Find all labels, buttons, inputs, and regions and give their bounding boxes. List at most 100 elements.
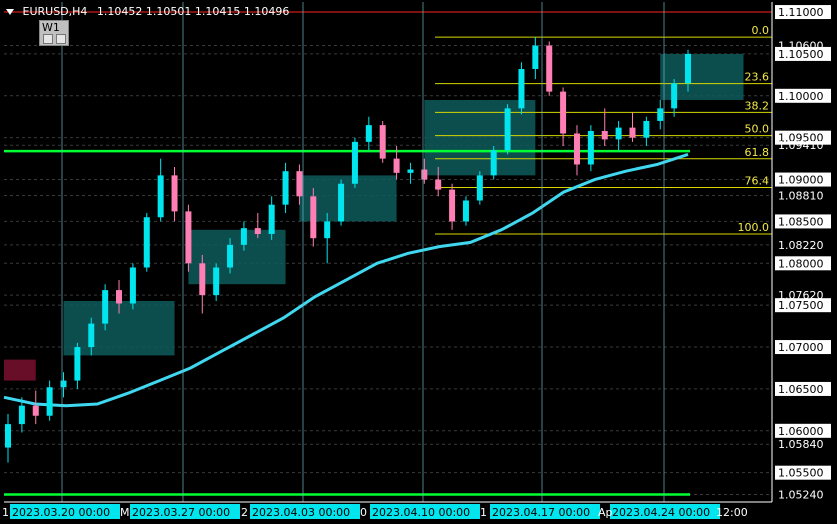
fib-level-label: 38.2 xyxy=(745,99,770,112)
candle xyxy=(615,120,622,151)
candle-body xyxy=(379,125,386,159)
symbol-timeframe: EURUSD,H4 xyxy=(22,5,88,18)
candle-body xyxy=(324,221,331,239)
candle xyxy=(587,125,594,172)
price-label: 1.05240 xyxy=(778,488,824,501)
candle-body xyxy=(282,171,289,205)
time-label-partial: Ap xyxy=(598,506,613,519)
candle-body xyxy=(615,127,622,140)
price-label: 1.08810 xyxy=(778,189,824,202)
arrow-left-icon[interactable] xyxy=(43,34,53,44)
candle xyxy=(462,196,469,226)
time-label: 2023.04.10 00:00 xyxy=(372,506,470,519)
price-label: 1.10500 xyxy=(778,48,824,61)
time-label: 2023.04.03 00:00 xyxy=(252,506,350,519)
candle-body xyxy=(310,196,317,239)
candle xyxy=(490,146,497,180)
candle xyxy=(449,183,456,230)
timeframe-widget[interactable]: W1 xyxy=(39,20,69,46)
candle xyxy=(310,187,317,247)
candle-body xyxy=(240,228,247,245)
timeframe-button-label: W1 xyxy=(42,21,60,34)
candle-body xyxy=(268,204,275,234)
fib-level-label: 50.0 xyxy=(745,123,770,136)
candle xyxy=(379,120,386,163)
candle-body xyxy=(518,69,525,109)
candle-body xyxy=(435,179,442,190)
chart-header: EURUSD,H4 1.10452 1.10501 1.10415 1.1049… xyxy=(6,5,289,18)
time-label-partial: 1 xyxy=(2,506,9,519)
candle-body xyxy=(546,45,553,92)
candle xyxy=(282,162,289,214)
candle-body xyxy=(532,45,539,70)
candle xyxy=(643,116,650,147)
horizontal-lines xyxy=(4,11,772,496)
chart-grid xyxy=(4,11,772,495)
price-label: 1.09000 xyxy=(778,174,824,187)
candle xyxy=(601,108,608,147)
candle xyxy=(573,125,580,176)
time-label-partial: 2 xyxy=(241,506,248,519)
candle-body xyxy=(421,169,428,180)
candle xyxy=(46,380,53,421)
zone-box xyxy=(424,99,536,176)
candle xyxy=(171,166,178,222)
candle xyxy=(657,99,664,130)
candle-body xyxy=(102,290,109,324)
candle-body xyxy=(476,175,483,201)
time-label: 2023.03.20 00:00 xyxy=(12,506,110,519)
candle-body xyxy=(185,211,192,264)
ohlc-quote: 1.10452 1.10501 1.10415 1.10496 xyxy=(96,5,290,18)
fib-level-label: 61.8 xyxy=(745,146,770,159)
price-label: 1.09410 xyxy=(778,139,824,152)
candle xyxy=(143,213,150,272)
price-label: 1.11000 xyxy=(778,6,824,19)
price-label: 1.08500 xyxy=(778,215,824,228)
candle xyxy=(476,171,483,205)
price-label: 1.07500 xyxy=(778,299,824,312)
time-label: 2023.04.17 00:00 xyxy=(492,506,590,519)
candle-body xyxy=(227,244,234,268)
price-label: 1.10000 xyxy=(778,90,824,103)
candle-body xyxy=(143,217,150,268)
price-label: 1.06000 xyxy=(778,425,824,438)
time-label-partial: 0 xyxy=(360,506,367,519)
candle xyxy=(338,179,345,226)
candle-body xyxy=(393,158,400,173)
candle xyxy=(518,62,525,115)
candle xyxy=(5,414,11,463)
time-label: 2023.03.27 00:00 xyxy=(132,506,230,519)
candle xyxy=(268,196,275,240)
zone-boxes xyxy=(4,53,744,381)
candle xyxy=(157,158,164,222)
candle-body xyxy=(449,189,456,222)
candle-body xyxy=(643,120,650,138)
candle xyxy=(60,372,67,398)
price-label: 1.08220 xyxy=(778,239,824,252)
vertical-lines xyxy=(61,2,665,502)
candle xyxy=(185,204,192,272)
candle-body xyxy=(88,323,95,348)
price-chart[interactable]: 0.0 23.6 38.2 50.0 61.8 76.4 100.0 1.11000 1.10… xyxy=(0,0,837,524)
candle-body xyxy=(629,127,636,138)
candle xyxy=(32,390,39,425)
candle-body xyxy=(490,150,497,176)
candle-body xyxy=(671,83,678,109)
candle-body xyxy=(18,405,25,425)
candle-body xyxy=(587,130,594,165)
collapse-triangle-icon[interactable] xyxy=(6,9,14,15)
price-label: 1.07000 xyxy=(778,341,824,354)
candle-body xyxy=(60,380,67,388)
candle-body xyxy=(504,108,511,151)
fib-level-label: 76.4 xyxy=(745,175,770,188)
candle-body xyxy=(351,141,358,184)
candle-body xyxy=(365,125,372,142)
candle-body xyxy=(129,267,136,304)
price-label: 1.05840 xyxy=(778,438,824,451)
fib-level-label: 100.0 xyxy=(738,221,770,234)
candle xyxy=(129,263,136,310)
candle xyxy=(74,342,81,389)
arrow-up-icon[interactable] xyxy=(56,34,66,44)
price-label: 1.06500 xyxy=(778,383,824,396)
candle xyxy=(546,41,553,96)
